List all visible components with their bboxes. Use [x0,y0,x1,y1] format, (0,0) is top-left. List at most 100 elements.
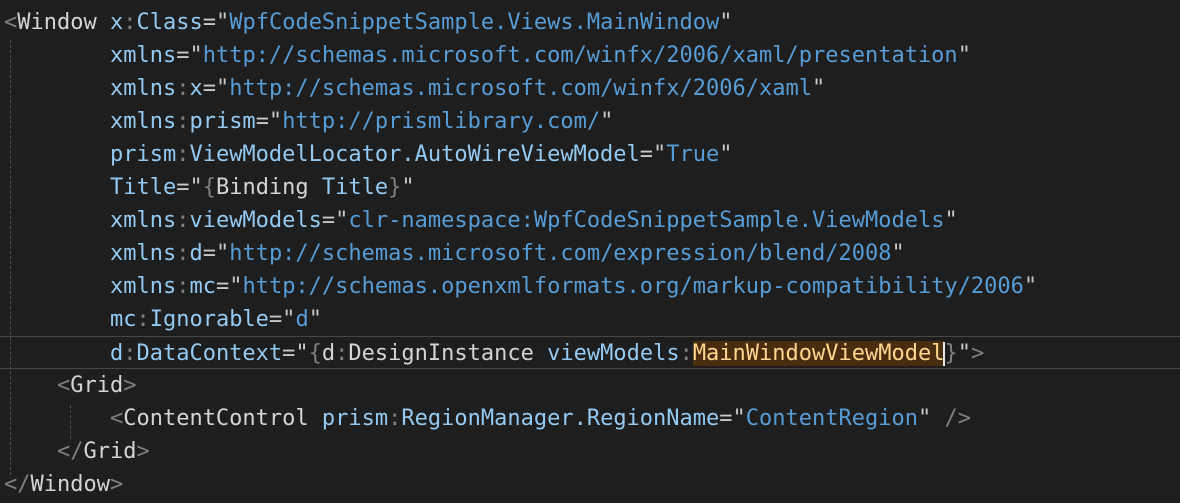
quote-token: =" [202,241,230,266]
attribute-token: Class [136,10,203,35]
code-line[interactable]: <Window x:Class="WpfCodeSnippetSample.Vi… [0,6,1180,39]
line-text: xmlns="http://schemas.microsoft.com/winf… [4,39,971,72]
delimiter-token: } [944,341,958,366]
line-text: xmlns:viewModels="clr-namespace:WpfCodeS… [4,204,958,237]
attribute-token: xmlns [109,241,177,266]
code-line[interactable]: <ContentControl prism:RegionManager.Regi… [0,402,1180,435]
attribute-token: xmlns [109,274,177,299]
delimiter-token: < [109,406,124,431]
quote-token: " [917,406,932,431]
attribute-token: d [109,341,124,366]
attribute-token: mc [189,274,216,299]
code-line[interactable]: xmlns:x="http://schemas.microsoft.com/wi… [0,72,1180,105]
quote-token: =" [176,175,203,200]
namespace-colon-token: : [388,406,402,431]
element-name-token: Window [17,10,97,35]
string-value-token: True [666,142,720,167]
string-value-token: http://prismlibrary.com/ [282,109,601,134]
highlighted-reference-token: MainWindowViewModel [692,341,945,366]
code-line[interactable]: <Grid> [0,369,1180,402]
quote-token: =" [202,10,230,35]
quote-token: " [944,208,958,233]
line-text: mc:Ignorable="d" [4,303,322,336]
attribute-token: x [189,76,203,101]
line-text: Title="{Binding Title}" [4,171,415,204]
attribute-token: ViewModelLocator.AutoWireViewModel [189,142,640,167]
attribute-token: RegionManager.RegionName [401,406,720,431]
code-line[interactable]: prism:ViewModelLocator.AutoWireViewModel… [0,138,1180,171]
element-name-token: Grid [83,439,137,464]
attribute-token: xmlns [109,208,177,233]
namespace-colon-token: : [176,142,190,167]
attribute-token: Title [321,175,389,200]
string-value-token: http://schemas.microsoft.com/expression/… [229,241,892,266]
delimiter-token: { [308,341,322,366]
attribute-token: xmlns [109,109,177,134]
element-name-token: Grid [70,373,124,398]
attribute-token: prism [189,109,256,134]
quote-token: " [719,10,733,35]
delimiter-token: < [56,373,71,398]
line-text: xmlns:x="http://schemas.microsoft.com/wi… [4,72,825,105]
line-text: <Grid> [4,369,136,402]
line-text: d:DataContext="{d:DesignInstance viewMod… [4,337,984,370]
line-text: <Window x:Class="WpfCodeSnippetSample.Vi… [4,6,733,39]
namespace-colon-token: : [136,307,150,332]
code-line[interactable]: xmlns="http://schemas.microsoft.com/winf… [0,39,1180,72]
delimiter-token: > [970,341,985,366]
line-text: </Grid> [4,435,150,468]
attribute-token: x [109,10,124,35]
line-text: xmlns:mc="http://schemas.openxmlformats.… [4,270,1037,303]
markup-extension-token: Binding [215,175,309,200]
string-value-token: d [295,307,309,332]
code-line[interactable]: Title="{Binding Title}" [0,171,1180,204]
quote-token: " [812,76,826,101]
attribute-token: DataContext [136,341,283,366]
code-line[interactable]: xmlns:mc="http://schemas.openxmlformats.… [0,270,1180,303]
quote-token: =" [255,109,283,134]
namespace-colon-token: : [679,341,693,366]
attribute-token: xmlns [109,76,177,101]
attribute-token: viewModels [189,208,322,233]
code-line[interactable]: </Window> [0,468,1180,501]
attribute-token: Ignorable [149,307,269,332]
quote-token: " [891,241,905,266]
code-line[interactable]: </Grid> [0,435,1180,468]
quote-token: =" [321,208,349,233]
namespace-colon-token: : [176,208,190,233]
delimiter-token: { [202,175,216,200]
attribute-token: prism [109,142,177,167]
line-text: xmlns:prism="http://prismlibrary.com/" [4,105,613,138]
attribute-token: d [189,241,203,266]
indent-guide-window [10,40,11,475]
namespace-colon-token: : [176,109,190,134]
line-text: prism:ViewModelLocator.AutoWireViewModel… [4,138,733,171]
code-line[interactable]: xmlns:d="http://schemas.microsoft.com/ex… [0,237,1180,270]
code-line[interactable]: xmlns:viewModels="clr-namespace:WpfCodeS… [0,204,1180,237]
delimiter-token: > [109,472,124,497]
namespace-colon-token: : [176,274,190,299]
code-line[interactable]: mc:Ignorable="d" [0,303,1180,336]
delimiter-token: > [136,439,150,464]
code-line[interactable]: xmlns:prism="http://prismlibrary.com/" [0,105,1180,138]
string-value-token: http://schemas.openxmlformats.org/markup… [242,274,1024,299]
namespace-colon-token: : [176,241,190,266]
quote-token: =" [268,307,296,332]
markup-extension-token: DesignInstance [348,341,534,366]
delimiter-token: } [388,175,402,200]
quote-token: =" [719,406,746,431]
code-line-current[interactable]: d:DataContext="{d:DesignInstance viewMod… [0,336,1180,369]
code-editor[interactable]: <Window x:Class="WpfCodeSnippetSample.Vi… [0,0,1180,503]
